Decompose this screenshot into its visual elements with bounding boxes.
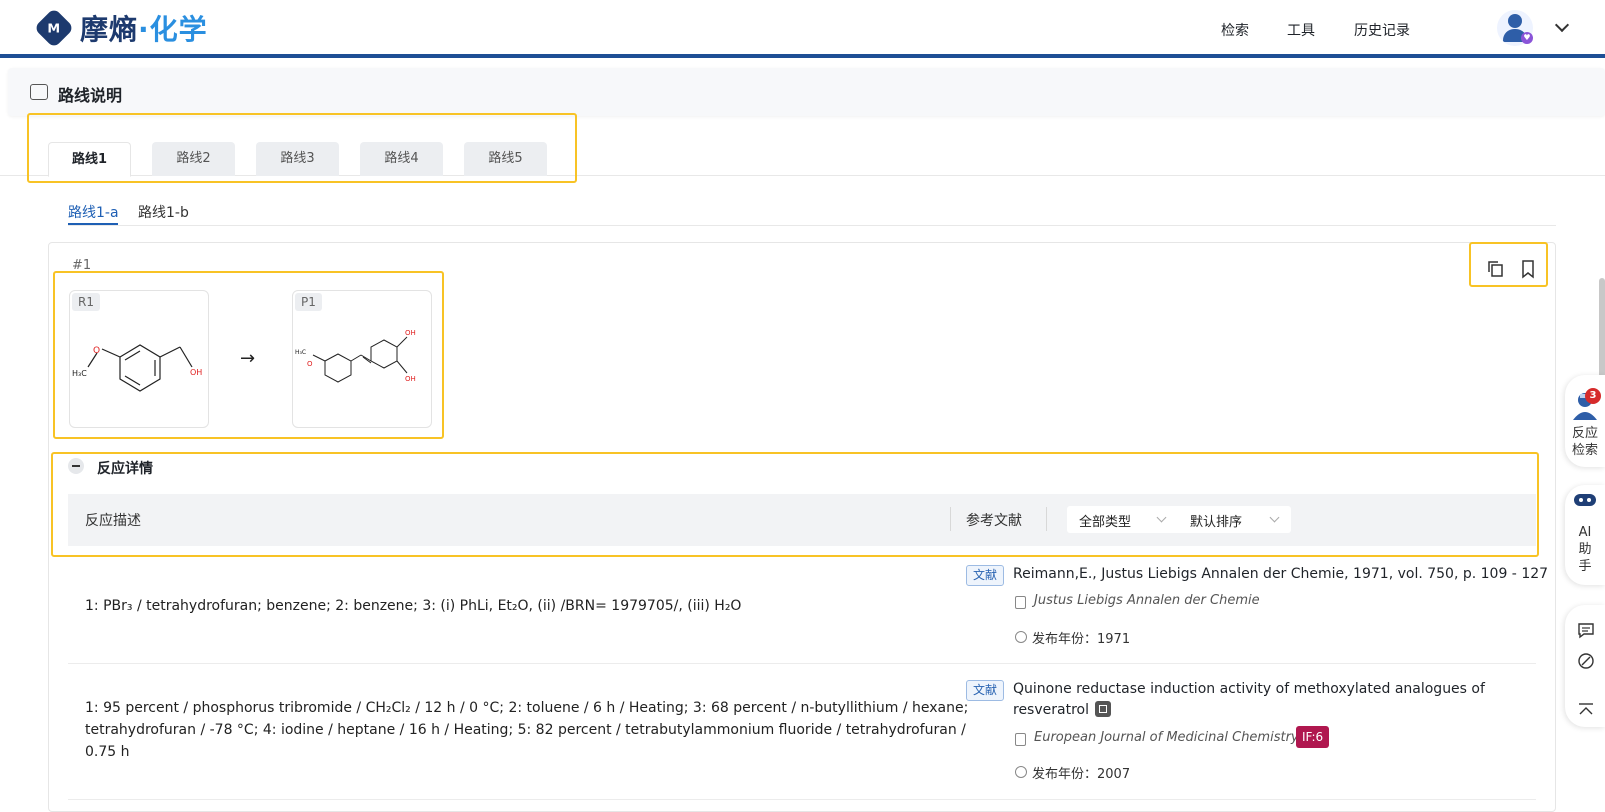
reaction-description: 1: PBr₃ / tetrahydrofuran; benzene; 2: b… bbox=[85, 598, 742, 614]
float-reaction-label[interactable]: 反应 bbox=[1569, 426, 1601, 442]
reactant-molecule-drawing: O OH H₃C bbox=[72, 344, 202, 392]
nav-tools[interactable]: 工具 bbox=[1287, 20, 1315, 40]
float-search-label[interactable]: 检索 bbox=[1569, 443, 1601, 459]
row-divider bbox=[68, 799, 1536, 800]
reactant-structure[interactable]: R1 O OH H₃C bbox=[69, 290, 209, 428]
rocket-icon[interactable] bbox=[1577, 652, 1595, 670]
user-avatar[interactable]: ♥ bbox=[1497, 10, 1533, 46]
reaction-description-line: tetrahydrofuran / -78 °C; 4: iodine / he… bbox=[85, 722, 966, 738]
table-header bbox=[68, 494, 1536, 546]
reaction-description-line: 1: 95 percent / phosphorus tribromide / … bbox=[85, 700, 969, 716]
step-number: #1 bbox=[72, 258, 92, 273]
journal-icon bbox=[1015, 596, 1026, 609]
product-molecule-drawing: O H₃C OH OH bbox=[295, 329, 416, 383]
reference-title[interactable]: Quinone reductase induction activity of … bbox=[1013, 679, 1485, 700]
logo-mark-icon: M bbox=[33, 7, 75, 49]
svg-text:H₃C: H₃C bbox=[72, 369, 87, 378]
external-link-icon[interactable] bbox=[1094, 701, 1111, 717]
column-divider bbox=[1046, 507, 1047, 531]
reference-title[interactable]: Reimann,E., Justus Liebigs Annalen der C… bbox=[1013, 564, 1548, 585]
publish-year: 发布年份：1971 bbox=[1032, 632, 1131, 647]
tab-route-1[interactable]: 路线1 bbox=[48, 142, 131, 177]
subtab-route-1b[interactable]: 路线1-b bbox=[138, 202, 189, 222]
subtab-active-indicator bbox=[68, 223, 118, 225]
svg-text:OH: OH bbox=[405, 375, 416, 383]
svg-text:OH: OH bbox=[190, 368, 202, 377]
app-logo[interactable]: M 摩熵·化学 bbox=[33, 7, 208, 49]
section-bar: 路线说明 bbox=[8, 68, 1605, 116]
svg-text:OH: OH bbox=[405, 329, 416, 337]
journal-name: European Journal of Medicinal Chemistry bbox=[1034, 730, 1299, 745]
top-header: M 摩熵·化学 检索 工具 历史记录 ♥ bbox=[0, 0, 1605, 58]
tabs-divider bbox=[0, 175, 1605, 176]
tab-route-4[interactable]: 路线4 bbox=[360, 142, 443, 176]
robot-icon bbox=[1574, 494, 1596, 506]
clock-icon bbox=[1015, 766, 1027, 778]
clock-icon bbox=[1015, 631, 1027, 643]
col-reference: 参考文献 bbox=[966, 513, 1022, 529]
filter-type-select[interactable]: 全部类型 bbox=[1079, 511, 1131, 530]
tab-route-3[interactable]: 路线3 bbox=[256, 142, 339, 176]
notification-badge: 3 bbox=[1585, 388, 1601, 404]
tab-route-5[interactable]: 路线5 bbox=[464, 142, 547, 176]
publish-year: 发布年份：2007 bbox=[1032, 767, 1131, 782]
subtab-route-1a[interactable]: 路线1-a bbox=[68, 202, 119, 222]
tab-route-2[interactable]: 路线2 bbox=[152, 142, 235, 176]
product-structure[interactable]: P1 O H₃C OH OH bbox=[292, 290, 432, 428]
nav-history[interactable]: 历史记录 bbox=[1354, 20, 1410, 40]
svg-text:O: O bbox=[307, 360, 313, 368]
chevron-down-icon[interactable] bbox=[1554, 17, 1570, 33]
column-divider bbox=[950, 507, 951, 531]
doc-tag: 文献 bbox=[966, 565, 1004, 586]
float-ai-label[interactable]: 手 bbox=[1569, 559, 1601, 575]
reaction-arrow: → bbox=[240, 348, 256, 369]
collapse-icon[interactable] bbox=[68, 458, 84, 474]
logo-text: 摩熵·化学 bbox=[80, 13, 208, 46]
col-description: 反应描述 bbox=[85, 513, 141, 529]
feedback-icon[interactable] bbox=[1577, 622, 1595, 640]
reference-title-cont[interactable]: resveratrol bbox=[1013, 700, 1111, 721]
svg-text:O: O bbox=[93, 346, 100, 356]
product-label: P1 bbox=[295, 293, 322, 311]
route-icon bbox=[30, 84, 48, 100]
doc-tag: 文献 bbox=[966, 680, 1004, 701]
details-title: 反应详情 bbox=[97, 461, 153, 477]
back-to-top-icon[interactable] bbox=[1577, 702, 1595, 718]
section-title: 路线说明 bbox=[58, 86, 123, 105]
journal-icon bbox=[1015, 733, 1026, 746]
journal-name: Justus Liebigs Annalen der Chemie bbox=[1034, 593, 1260, 608]
impact-factor-badge: IF:6 bbox=[1296, 726, 1330, 748]
nav-search[interactable]: 检索 bbox=[1221, 20, 1249, 40]
reactant-label: R1 bbox=[72, 293, 100, 311]
reaction-description-line: 0.75 h bbox=[85, 744, 130, 760]
row-divider bbox=[68, 663, 1536, 664]
svg-text:H₃C: H₃C bbox=[295, 349, 306, 356]
copy-icon[interactable] bbox=[1485, 258, 1507, 280]
float-ai-label[interactable]: 助 bbox=[1569, 542, 1601, 558]
float-ai-label[interactable]: AI bbox=[1569, 525, 1601, 541]
heart-icon: ♥ bbox=[1521, 32, 1533, 44]
subtab-divider bbox=[68, 225, 1556, 226]
bookmark-icon[interactable] bbox=[1517, 258, 1539, 280]
sort-select[interactable]: 默认排序 bbox=[1190, 511, 1242, 530]
